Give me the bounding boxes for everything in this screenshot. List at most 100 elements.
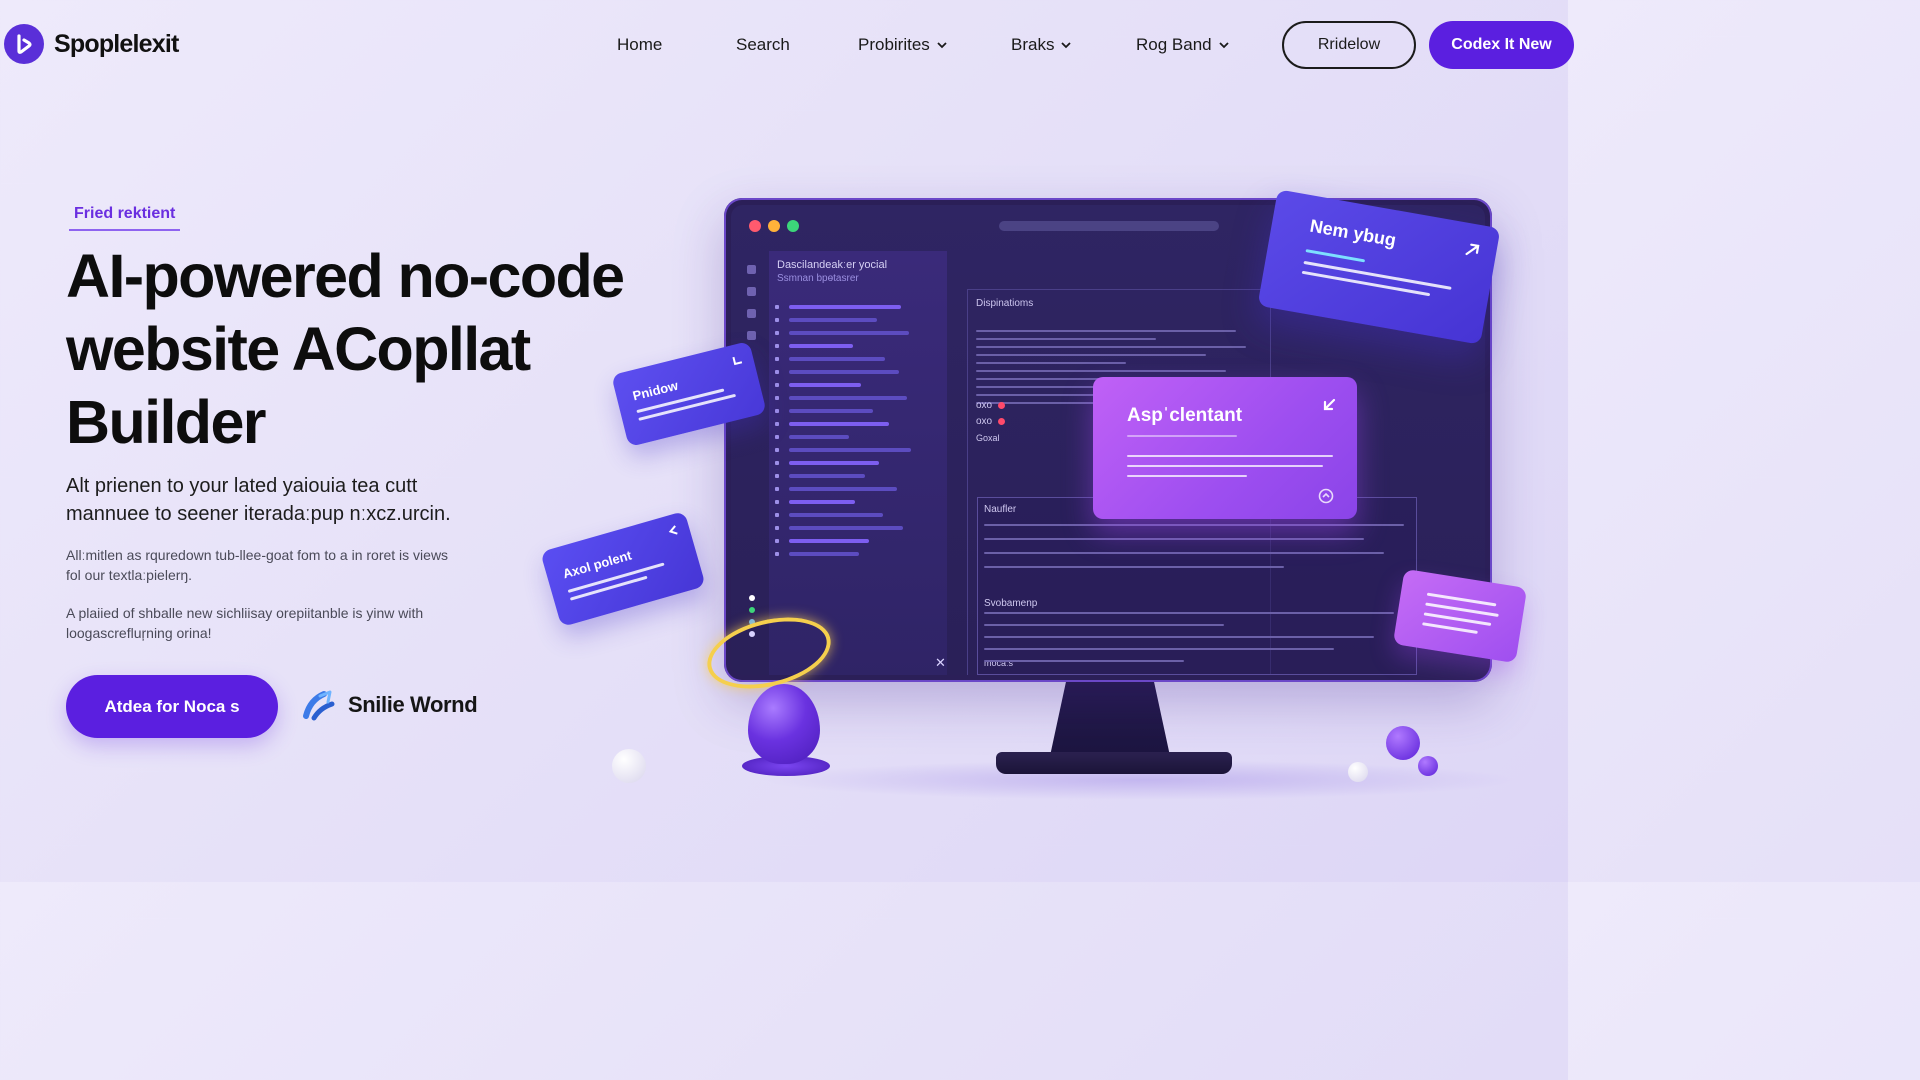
status-dot-icon — [749, 607, 755, 613]
assistant-card-title: Aspˈclentant — [1127, 405, 1243, 426]
side-toolbar — [747, 265, 761, 353]
nav-link-label: Home — [617, 35, 663, 54]
chevron-down-icon — [937, 42, 947, 49]
error-dot-icon — [998, 418, 1005, 425]
maximize-dot-icon — [787, 220, 799, 232]
tree-row — [789, 409, 873, 413]
tree-row — [789, 422, 889, 426]
property-line — [984, 612, 1394, 614]
tree-row — [789, 383, 861, 387]
tree-bullet — [775, 526, 779, 530]
properties-title: Naufler — [984, 504, 1017, 515]
nav-dropdown-braks[interactable]: Braks — [1011, 35, 1072, 55]
nav-dropdown-probirites[interactable]: Probirites — [858, 35, 948, 55]
tree-row — [789, 370, 899, 374]
secondary-cta-label: Snilie Wornd — [348, 692, 478, 717]
card-divider — [1127, 435, 1237, 437]
arrow-icon — [1323, 398, 1336, 411]
tree-bullet — [775, 383, 779, 387]
tree-row — [789, 318, 877, 322]
close-dot-icon — [749, 220, 761, 232]
nav-link-label: Rog Band — [1136, 35, 1212, 54]
tree-row — [789, 539, 869, 543]
tree-bullet — [775, 487, 779, 491]
editor-title: Dispinatioms — [976, 298, 1034, 309]
floating-card-title: Nem ybug — [1308, 215, 1398, 251]
swirl-icon — [303, 690, 335, 721]
headline-line-3: Builder — [66, 388, 267, 456]
tree-bullet — [775, 448, 779, 452]
tree-bullet — [775, 344, 779, 348]
tree-bullet — [775, 422, 779, 426]
lead-line-1: Alt prienen to your lated yaiouia tea cu… — [66, 475, 418, 497]
editor-line — [976, 370, 1226, 372]
arrow-icon — [668, 525, 678, 535]
tool-icon — [747, 309, 756, 318]
tree-bullet — [775, 435, 779, 439]
editor-line — [976, 354, 1206, 356]
hero-paragraph-1: Allːmitlen as rquredown tub-llee-goat fo… — [66, 545, 496, 585]
status-dot-icon — [749, 595, 755, 601]
property-line — [984, 648, 1334, 650]
tree-bullet — [775, 331, 779, 335]
headline-line-2: website ACopllat — [66, 315, 531, 383]
white-sphere-decoration — [1348, 762, 1368, 782]
floating-card-axol-polent: Axol polent — [540, 510, 706, 628]
file-tree-panel: Dascilandeakːer yocial Ssmnan bpɵtasrer — [769, 251, 947, 675]
close-icon: ✕ — [935, 655, 946, 670]
property-line — [984, 660, 1184, 662]
rridelow-button[interactable]: Rridelow — [1282, 21, 1416, 69]
floating-card-line — [1305, 249, 1366, 263]
editor-line — [976, 338, 1156, 340]
para2-line-2: loogascrefluŗning orina! — [66, 625, 212, 641]
nav-link-label: Search — [736, 35, 790, 54]
nav-link-search[interactable]: Search — [736, 35, 790, 55]
primary-cta-button[interactable]: Atdea for Noca s — [66, 675, 278, 738]
tree-bullet — [775, 539, 779, 543]
white-sphere-decoration — [612, 749, 646, 783]
top-nav: Spoplelexit Home Search Probirites Braks… — [0, 0, 1574, 90]
secondary-cta-link[interactable]: Snilie Wornd — [300, 686, 478, 724]
property-line — [984, 524, 1404, 526]
nav-link-label: Probirites — [858, 35, 930, 54]
chevron-down-icon — [1218, 42, 1229, 49]
assistant-card: Aspˈclentant — [1093, 377, 1357, 519]
file-panel-subtitle: Ssmnan bpɵtasrer — [777, 273, 859, 284]
hero-eyebrow: Fried rektient — [69, 202, 181, 231]
nav-dropdown-rog-band[interactable]: Rog Band — [1136, 35, 1230, 55]
hero-lead: Alt prienen to your lated yaiouia tea cu… — [66, 472, 506, 528]
tree-bullet — [775, 370, 779, 374]
tree-row — [789, 305, 901, 309]
tree-row — [789, 357, 885, 361]
tree-bullet — [775, 513, 779, 517]
property-line — [984, 552, 1384, 554]
para1-line-2: fol our textlaːpielerŋ. — [66, 567, 193, 583]
tree-bullet — [775, 500, 779, 504]
tree-row — [789, 448, 911, 452]
hero-paragraph-2: A plaiied of shballe new sichliisay orep… — [66, 603, 496, 643]
card-text-line — [1127, 455, 1333, 457]
editor-label: Goxal — [976, 433, 1000, 443]
hero-headline: AI-powered no-code website ACopllat Buil… — [66, 240, 666, 459]
card-text-line — [1127, 465, 1323, 467]
floating-card-title: Pnidow — [631, 377, 680, 404]
brand-logo[interactable]: Spoplelexit — [4, 24, 179, 64]
tree-row — [789, 513, 883, 517]
monitor-stand-neck — [1050, 678, 1170, 756]
tree-row — [789, 435, 849, 439]
tree-row — [789, 474, 865, 478]
purple-egg-decoration — [748, 684, 820, 764]
purple-sphere-decoration — [1418, 756, 1438, 776]
tree-row — [789, 552, 859, 556]
tree-bullet — [775, 318, 779, 322]
arrow-icon — [732, 356, 743, 366]
tree-row — [789, 396, 907, 400]
file-panel-title: Dascilandeakːer yocial — [777, 259, 888, 271]
editor-line — [976, 362, 1126, 364]
nav-link-home[interactable]: Home — [617, 35, 662, 55]
para2-line-1: A plaiied of shballe new sichliisay orep… — [66, 605, 424, 621]
card-text-line — [1127, 475, 1247, 477]
address-bar — [999, 221, 1219, 231]
codex-it-new-button[interactable]: Codex It New — [1429, 21, 1574, 69]
property-line — [984, 636, 1374, 638]
